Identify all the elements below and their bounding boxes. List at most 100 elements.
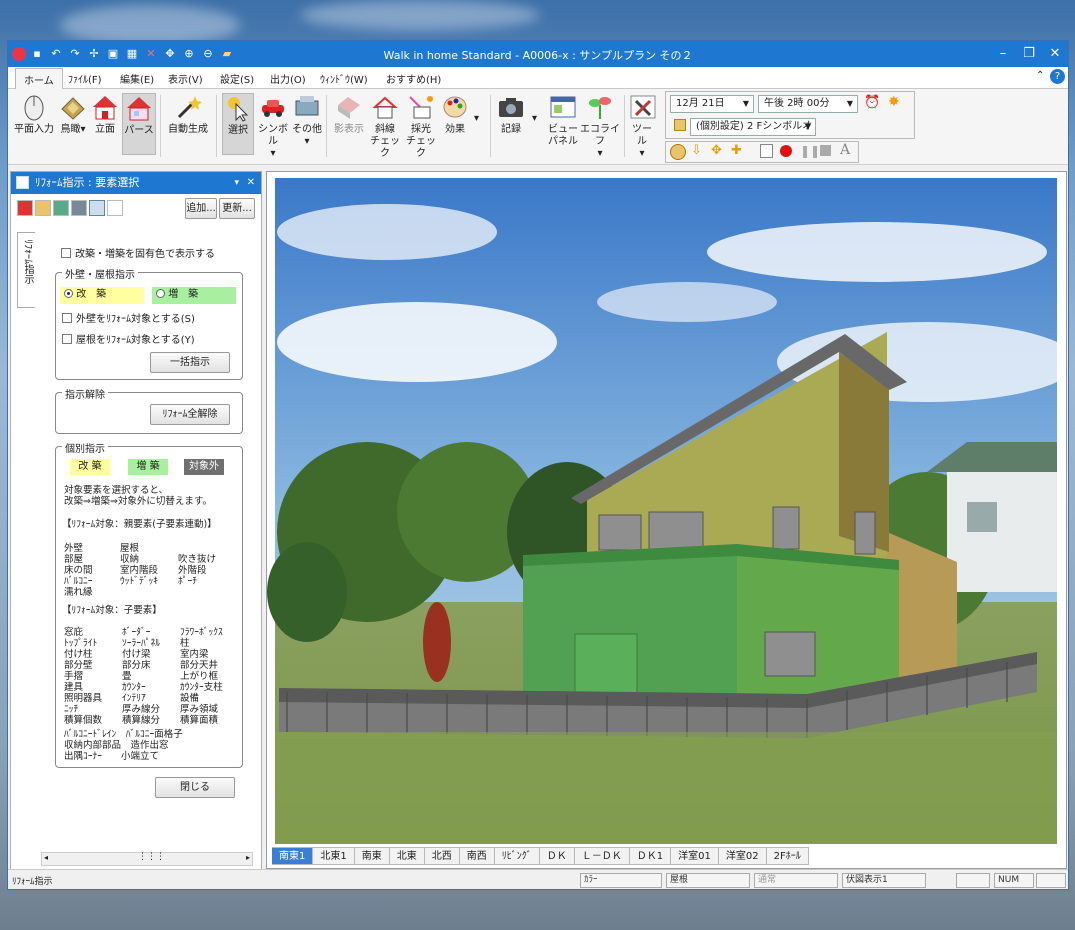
select-button[interactable]: 選択 bbox=[222, 93, 254, 155]
plan-input-button[interactable]: 平面入力 bbox=[12, 93, 56, 136]
help-icon[interactable]: ? bbox=[1050, 69, 1065, 84]
minimize-button[interactable]: – bbox=[990, 41, 1016, 67]
ecolife-button[interactable]: エコライフ ▾ bbox=[580, 93, 620, 160]
3d-house-render[interactable] bbox=[267, 172, 1075, 868]
other-button[interactable]: その他 ▾ bbox=[291, 93, 323, 148]
ribbon-collapse-icon[interactable]: ⌃ bbox=[1036, 70, 1044, 81]
tool-image-icon[interactable] bbox=[53, 200, 69, 216]
rotate-icon[interactable] bbox=[670, 144, 686, 160]
pause-icon[interactable]: ❚❚ bbox=[800, 144, 820, 158]
bulk-instruct-button[interactable]: 一括指示 bbox=[150, 352, 230, 373]
tool-window-icon[interactable] bbox=[89, 200, 105, 216]
individual-group: 個別指示 改 築 増 築 対象外 対象要素を選択すると、 改築⇒増築⇒対象外に切… bbox=[55, 440, 243, 768]
menu-output[interactable]: 出力(O) bbox=[270, 71, 306, 86]
view-tab-1[interactable]: 南東1 bbox=[272, 847, 314, 865]
update-button[interactable]: 更新... bbox=[219, 198, 255, 219]
select-pointer-icon bbox=[228, 97, 249, 122]
wall-target-checkbox[interactable]: 外壁をﾘﾌｫｰﾑ対象とする(S) bbox=[62, 310, 195, 325]
menu-edit[interactable]: 編集(E) bbox=[120, 71, 154, 86]
menu-recommend[interactable]: おすすめ(H) bbox=[386, 71, 441, 86]
viewer-panel-button[interactable]: ビュー パネル bbox=[546, 93, 580, 148]
view-tab-4[interactable]: 北東 bbox=[389, 847, 425, 865]
parent-list-col3: 吹き抜け 外階段 ﾎﾟｰﾁ bbox=[178, 554, 217, 587]
status-normal: 通常 bbox=[754, 873, 838, 888]
menu-window[interactable]: ｳｨﾝﾄﾞｳ(W) bbox=[320, 71, 368, 86]
show-colors-checkbox[interactable]: 改築・増築を固有色で表示する bbox=[61, 245, 215, 260]
add-button[interactable]: 追加... bbox=[185, 198, 217, 219]
horizontal-scrollbar[interactable]: ◂ ⋮⋮⋮ ▸ bbox=[41, 852, 253, 866]
view-tab-7[interactable]: ﾘﾋﾞﾝｸﾞ bbox=[494, 847, 540, 865]
perspective-viewport[interactable] bbox=[266, 171, 1075, 869]
page-icon[interactable] bbox=[760, 144, 773, 158]
auto-generate-button[interactable]: 自動生成 bbox=[166, 93, 210, 136]
extension-radio[interactable]: 増 築 bbox=[152, 287, 236, 304]
effect-button[interactable]: 効果 bbox=[438, 93, 472, 136]
roof-target-checkbox[interactable]: 屋根をﾘﾌｫｰﾑ対象とする(Y) bbox=[62, 331, 195, 346]
tool-book-icon[interactable] bbox=[17, 200, 33, 216]
elevation-button[interactable]: 立面 bbox=[90, 93, 120, 136]
window-title: Walk in home Standard - A0006-x : サンプルプラ… bbox=[383, 49, 693, 62]
record-button[interactable]: 記録 bbox=[496, 93, 526, 136]
tools-button[interactable]: ツール ▾ bbox=[628, 93, 656, 160]
release-all-button[interactable]: ﾘﾌｫｰﾑ全解除 bbox=[150, 404, 230, 425]
symbol-button[interactable]: シンボル ▾ bbox=[256, 93, 290, 160]
symbol-setting-select[interactable]: (個別設定) 2 Fシンボルオ ▼ bbox=[690, 118, 816, 136]
scroll-left-icon[interactable]: ◂ bbox=[44, 853, 48, 862]
time-select[interactable]: 午後 2時 00分 ▼ bbox=[758, 95, 858, 113]
sun-icon[interactable]: ✸ bbox=[888, 94, 900, 110]
restore-button[interactable]: ❐ bbox=[1016, 41, 1042, 67]
symbol-setting-icon bbox=[674, 119, 686, 131]
tool-list-icon[interactable] bbox=[107, 200, 123, 216]
record-dot-icon[interactable] bbox=[780, 145, 792, 157]
sprout-icon bbox=[589, 97, 611, 119]
panel-menu-icon[interactable]: ▾ bbox=[234, 172, 239, 194]
status-color: ｶﾗｰ bbox=[580, 873, 662, 888]
panel-close-icon[interactable]: ✕ bbox=[247, 172, 255, 194]
birds-eye-button[interactable]: 鳥瞰▾ bbox=[58, 93, 88, 136]
date-select[interactable]: 12月 21日 ▼ bbox=[670, 95, 754, 113]
view-tab-5[interactable]: 北西 bbox=[424, 847, 460, 865]
menu-bar: ホーム ﾌｧｲﾙ(F) 編集(E) 表示(V) 設定(S) 出力(O) ｳｨﾝﾄ… bbox=[8, 67, 1068, 89]
view-tab-3[interactable]: 南東 bbox=[354, 847, 390, 865]
child-list-col2: ﾎﾞｰﾀﾞｰ ｿｰﾗｰﾊﾟﾈﾙ 付け梁 部分床 畳 ｶｳﾝﾀｰ ｲﾝﾃﾘｱ 厚み… bbox=[122, 627, 161, 726]
view-tab-12[interactable]: 洋室02 bbox=[718, 847, 767, 865]
move-cross-icon[interactable]: ✚ bbox=[731, 143, 742, 158]
daylight-check-button[interactable]: 採光 チェック bbox=[404, 93, 438, 160]
record-dropdown-icon[interactable]: ▾ bbox=[532, 113, 537, 125]
close-button[interactable]: ✕ bbox=[1042, 41, 1068, 67]
menu-file[interactable]: ﾌｧｲﾙ(F) bbox=[68, 71, 102, 86]
view-tab-10[interactable]: ＤＫ1 bbox=[629, 847, 672, 865]
tag-exclude: 対象外 bbox=[184, 459, 224, 475]
view-tab-9[interactable]: Ｌ－ＤＫ bbox=[574, 847, 630, 865]
view-tab-2[interactable]: 北東1 bbox=[313, 847, 355, 865]
perspective-button[interactable]: パース bbox=[122, 93, 156, 155]
mouse-icon bbox=[24, 95, 44, 121]
menu-home[interactable]: ホーム bbox=[15, 68, 63, 89]
diagonal-check-button[interactable]: 斜線 チェック bbox=[368, 93, 402, 160]
status-roof: 屋根 bbox=[666, 873, 750, 888]
text-icon[interactable]: A bbox=[840, 142, 850, 158]
menu-view[interactable]: 表示(V) bbox=[168, 71, 203, 86]
view-tab-13[interactable]: 2Fﾎｰﾙ bbox=[766, 847, 809, 865]
stop-icon[interactable] bbox=[820, 145, 831, 156]
scroll-right-icon[interactable]: ▸ bbox=[246, 853, 250, 862]
menu-settings[interactable]: 設定(S) bbox=[220, 71, 254, 86]
close-panel-button[interactable]: 閉じる bbox=[155, 777, 235, 798]
effect-dropdown-icon[interactable]: ▾ bbox=[474, 113, 479, 125]
red-shrub bbox=[423, 602, 451, 682]
view-tab-11[interactable]: 洋室01 bbox=[671, 847, 719, 865]
renovation-radio[interactable]: 改 築 bbox=[60, 287, 144, 304]
view-tab-8[interactable]: ＤＫ bbox=[539, 847, 575, 865]
scroll-grip-icon[interactable]: ⋮⋮⋮ bbox=[138, 852, 165, 862]
view-tab-6[interactable]: 南西 bbox=[459, 847, 495, 865]
arrow-down-icon[interactable]: ⇩ bbox=[691, 143, 702, 158]
arrow-cross-icon[interactable]: ✥ bbox=[711, 143, 722, 158]
magic-wand-icon bbox=[177, 96, 202, 119]
tab-reform-instruction[interactable]: ﾘﾌｫｰﾑ指示 bbox=[17, 232, 35, 308]
tool-grid-icon[interactable] bbox=[71, 200, 87, 216]
clock-icon[interactable]: ⏰ bbox=[864, 95, 880, 110]
shadow-display-button[interactable]: 影表示 bbox=[332, 93, 366, 136]
app-window: ▪ ↶ ↷ ✢ ▣ ▦ ✕ ✥ ⊕ ⊖ ▰ Walk in home Stand… bbox=[7, 40, 1075, 890]
car-symbol-icon bbox=[262, 100, 284, 117]
tool-box-icon[interactable] bbox=[35, 200, 51, 216]
